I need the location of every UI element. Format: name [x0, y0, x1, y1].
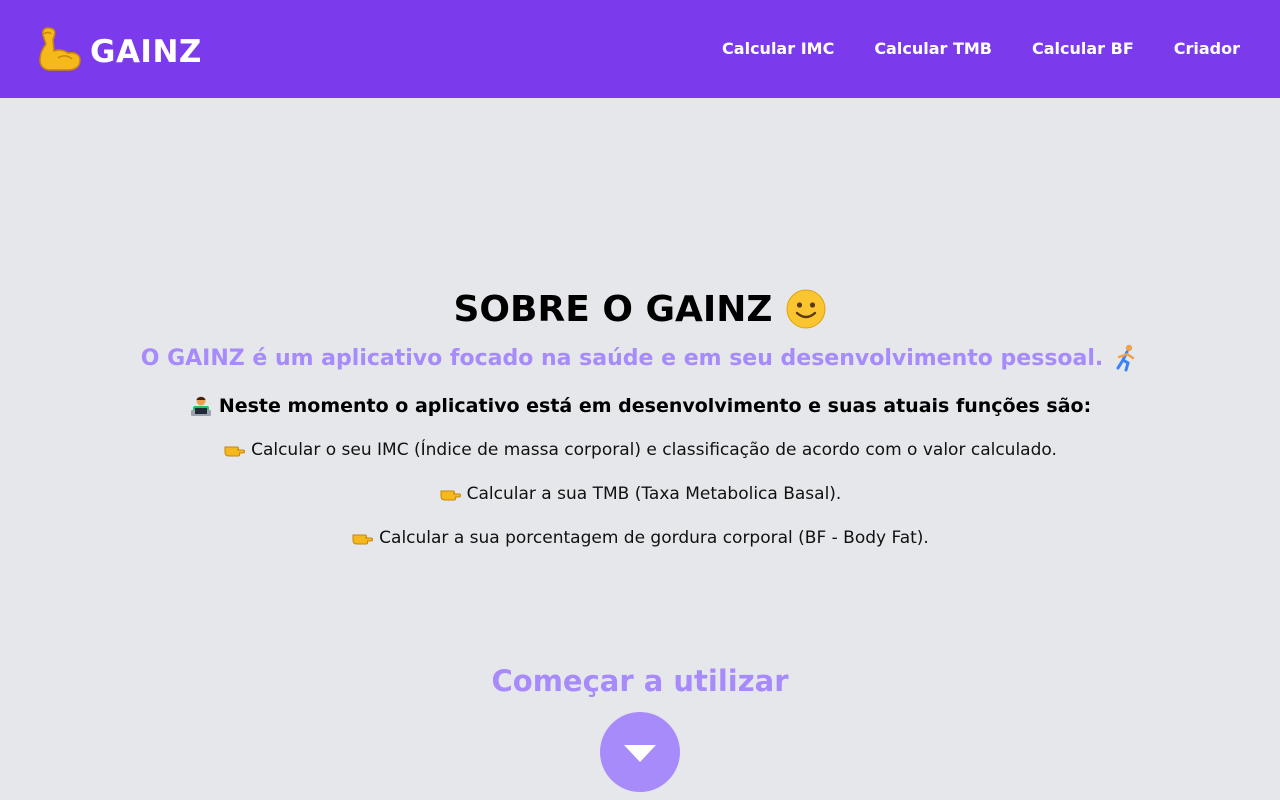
list-item: Calcular o seu IMC (Índice de massa corp…: [0, 440, 1280, 460]
feature-imc-text: Calcular o seu IMC (Índice de massa corp…: [251, 440, 1057, 460]
running-person-icon: [1116, 344, 1135, 372]
flexed-biceps-icon: [39, 27, 81, 71]
list-item: Calcular a sua TMB (Taxa Metabolica Basa…: [0, 484, 1280, 504]
nav-calcular-bf[interactable]: Calcular BF: [1032, 39, 1134, 58]
nav-calcular-tmb[interactable]: Calcular TMB: [874, 39, 992, 58]
about-heading: SOBRE O GAINZ: [0, 288, 1280, 330]
navbar: GAINZ Calcular IMC Calcular TMB Calcular…: [0, 0, 1280, 98]
pointing-right-icon: [352, 534, 374, 545]
smiley-icon: [786, 289, 825, 329]
start-using-link[interactable]: Começar a utilizar: [0, 664, 1280, 698]
page-title: SOBRE O GAINZ: [453, 288, 773, 330]
nav-calcular-imc[interactable]: Calcular IMC: [722, 39, 834, 58]
dev-status-row: Neste momento o aplicativo está em desen…: [0, 394, 1280, 418]
subtitle-row: O GAINZ é um aplicativo focado na saúde …: [0, 344, 1280, 372]
technologist-icon: [190, 396, 211, 416]
pointing-right-icon: [440, 490, 461, 501]
arrow-down-icon: [624, 745, 656, 762]
list-item: Calcular a sua porcentagem de gordura co…: [0, 528, 1280, 548]
app-description: O GAINZ é um aplicativo focado na saúde …: [140, 345, 1104, 371]
brand-name: GAINZ: [90, 34, 202, 70]
dev-status-text: Neste momento o aplicativo está em desen…: [218, 395, 1092, 417]
pointing-right-icon: [224, 446, 246, 457]
feature-tmb-text: Calcular a sua TMB (Taxa Metabolica Basa…: [466, 484, 842, 504]
about-section: SOBRE O GAINZ O GAINZ é um aplicativo fo…: [0, 98, 1280, 800]
feature-bf-text: Calcular a sua porcentagem de gordura co…: [379, 528, 929, 548]
nav-criador[interactable]: Criador: [1174, 39, 1240, 58]
brand-logo-link[interactable]: GAINZ: [34, 24, 202, 74]
scroll-down-button[interactable]: [600, 712, 680, 792]
main-nav: Calcular IMC Calcular TMB Calcular BF Cr…: [722, 39, 1240, 58]
